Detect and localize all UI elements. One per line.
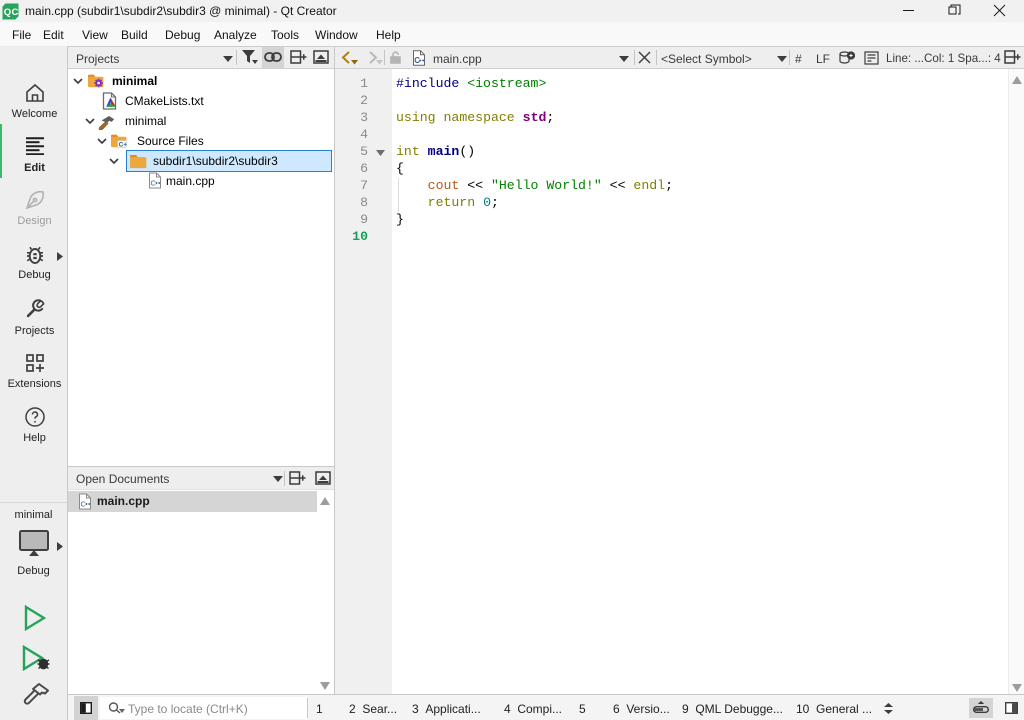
svg-text:QC: QC: [4, 7, 19, 18]
svg-text:C+: C+: [119, 142, 127, 149]
